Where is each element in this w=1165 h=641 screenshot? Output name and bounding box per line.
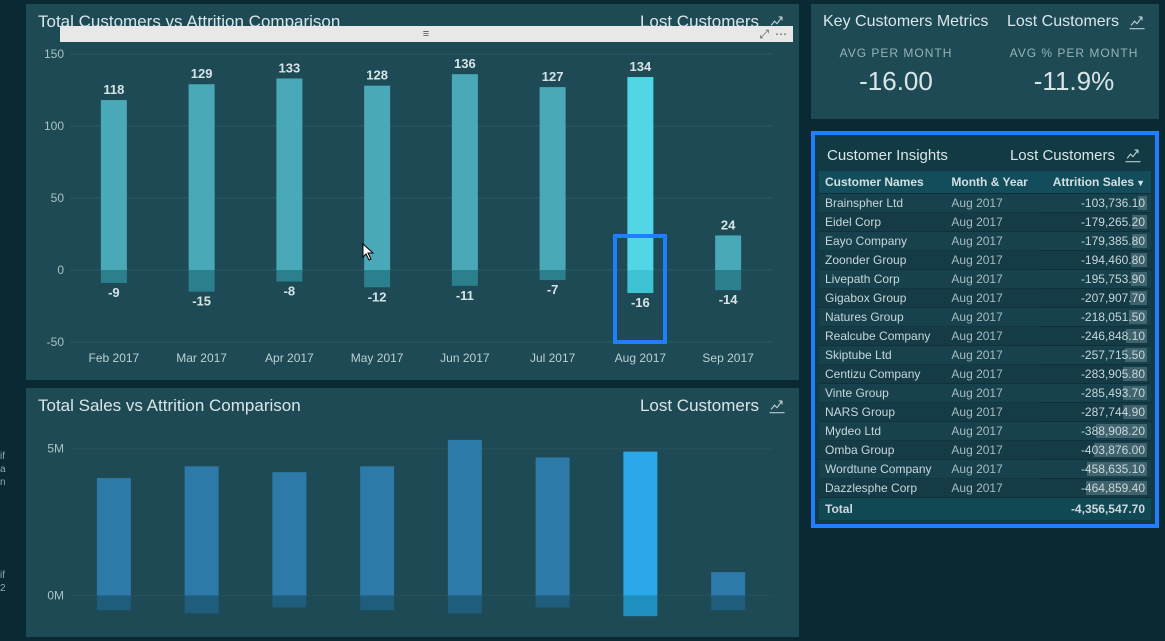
chart-card-customers[interactable]: Total Customers vs Attrition Comparison … (26, 4, 799, 380)
table-row[interactable]: Eidel CorpAug 2017-179,265.20 (819, 213, 1151, 232)
gutter-text-b: if 2 (0, 569, 20, 595)
svg-text:5M: 5M (47, 442, 64, 456)
trend-up-icon (767, 396, 787, 416)
svg-text:Aug 2017: Aug 2017 (615, 351, 667, 365)
kpi-avg-per-month: AVG PER MONTH -16.00 (811, 34, 981, 111)
table-row[interactable]: Vinte GroupAug 2017-285,493.70 (819, 384, 1151, 403)
svg-text:150: 150 (44, 47, 64, 61)
svg-text:-50: -50 (47, 335, 65, 349)
chart2-right-label: Lost Customers (640, 396, 759, 416)
sort-desc-icon: ▼ (1136, 178, 1145, 188)
svg-text:Feb 2017: Feb 2017 (89, 351, 140, 365)
chart2-title: Total Sales vs Attrition Comparison (38, 396, 301, 416)
table-header[interactable]: Customer Names (819, 171, 945, 194)
svg-text:133: 133 (279, 60, 301, 75)
svg-text:Mar 2017: Mar 2017 (176, 351, 227, 365)
svg-text:-9: -9 (108, 285, 120, 300)
table-row[interactable]: Skiptube LtdAug 2017-257,715.50 (819, 346, 1151, 365)
svg-text:128: 128 (366, 68, 388, 83)
svg-text:-15: -15 (192, 294, 211, 309)
table-row[interactable]: Gigabox GroupAug 2017-207,907.70 (819, 289, 1151, 308)
chart-card-sales[interactable]: Total Sales vs Attrition Comparison Lost… (26, 388, 799, 637)
table-header[interactable]: Month & Year (945, 171, 1039, 194)
attrition-table[interactable]: Customer NamesMonth & YearAttrition Sale… (819, 171, 1151, 520)
more-options-icon[interactable]: ⋯ (775, 27, 787, 41)
table-row[interactable]: Realcube CompanyAug 2017-246,848.10 (819, 327, 1151, 346)
table-row[interactable]: Livepath CorpAug 2017-195,753.90 (819, 270, 1151, 289)
chart2-plot[interactable]: 0M 5M (26, 418, 799, 628)
kpi-card-right: Lost Customers (1007, 13, 1119, 31)
kpi-label: AVG % PER MONTH (993, 46, 1155, 60)
kpi-value: -16.00 (815, 66, 977, 97)
svg-text:-12: -12 (368, 289, 387, 304)
svg-text:127: 127 (542, 69, 564, 84)
kpi-value: -11.9% (993, 66, 1155, 97)
insights-right: Lost Customers (1010, 147, 1115, 164)
svg-text:24: 24 (721, 217, 736, 232)
table-row[interactable]: Brainspher LtdAug 2017-103,736.10 (819, 194, 1151, 213)
table-row[interactable]: Mydeo LtdAug 2017-388,908.20 (819, 422, 1151, 441)
svg-text:100: 100 (44, 119, 64, 133)
trend-up-icon (1123, 145, 1143, 165)
chart1-plot[interactable]: -50 0 50 100 150 118 -9 Feb 2017 129 -15 Mar 2017 1… (26, 34, 799, 374)
table-row[interactable]: NARS GroupAug 2017-287,744.90 (819, 403, 1151, 422)
mouse-cursor-icon (362, 243, 376, 261)
filter-icon[interactable]: ≡ (423, 28, 430, 40)
table-total-label: Total (819, 498, 1040, 521)
svg-text:50: 50 (51, 191, 65, 205)
table-row[interactable]: Wordtune CompanyAug 2017-458,635.10 (819, 460, 1151, 479)
svg-text:-7: -7 (547, 282, 559, 297)
kpi-card: Key Customers Metrics Lost Customers AVG… (811, 4, 1159, 119)
table-row[interactable]: Zoonder GroupAug 2017-194,460.80 (819, 251, 1151, 270)
svg-text:134: 134 (630, 59, 652, 74)
table-row[interactable]: Centizu CompanyAug 2017-283,905.80 (819, 365, 1151, 384)
right-column: Key Customers Metrics Lost Customers AVG… (805, 0, 1165, 641)
table-row[interactable]: Omba GroupAug 2017-403,876.00 (819, 441, 1151, 460)
kpi-card-title: Key Customers Metrics (823, 13, 988, 31)
svg-text:136: 136 (454, 56, 476, 71)
svg-text:Jul 2017: Jul 2017 (530, 351, 576, 365)
trend-up-icon (1127, 12, 1147, 32)
svg-text:0: 0 (57, 263, 64, 277)
insights-title: Customer Insights (827, 147, 948, 164)
svg-text:118: 118 (103, 82, 124, 97)
svg-text:0M: 0M (47, 589, 64, 603)
table-row[interactable]: Eayo CompanyAug 2017-179,385.80 (819, 232, 1151, 251)
kpi-avg-pct-per-month: AVG % PER MONTH -11.9% (989, 34, 1159, 111)
main-column: Total Customers vs Attrition Comparison … (20, 0, 805, 641)
svg-text:-8: -8 (284, 284, 296, 299)
svg-text:-14: -14 (719, 292, 739, 307)
table-row[interactable]: Dazzlesphe CorpAug 2017-464,859.40 (819, 479, 1151, 498)
kpi-label: AVG PER MONTH (815, 46, 977, 60)
svg-text:-11: -11 (456, 288, 474, 303)
table-row[interactable]: Natures GroupAug 2017-218,051.50 (819, 308, 1151, 327)
svg-text:May 2017: May 2017 (351, 351, 404, 365)
table-total-value: -4,356,547.70 (1040, 498, 1151, 521)
left-gutter: if a n if 2 (0, 0, 20, 641)
svg-text:-16: -16 (631, 295, 650, 310)
insights-card[interactable]: Customer Insights Lost Customers Custome… (811, 131, 1159, 528)
svg-text:129: 129 (191, 66, 213, 81)
gutter-text-a: if a n (0, 450, 20, 489)
svg-text:Sep 2017: Sep 2017 (702, 351, 754, 365)
focus-mode-icon[interactable]: ⤢ (759, 27, 769, 42)
svg-text:Jun 2017: Jun 2017 (440, 351, 490, 365)
svg-text:Apr 2017: Apr 2017 (265, 351, 314, 365)
table-header[interactable]: Attrition Sales▼ (1040, 171, 1151, 194)
visual-toolbar: ≡ ⤢ ⋯ (60, 26, 793, 42)
